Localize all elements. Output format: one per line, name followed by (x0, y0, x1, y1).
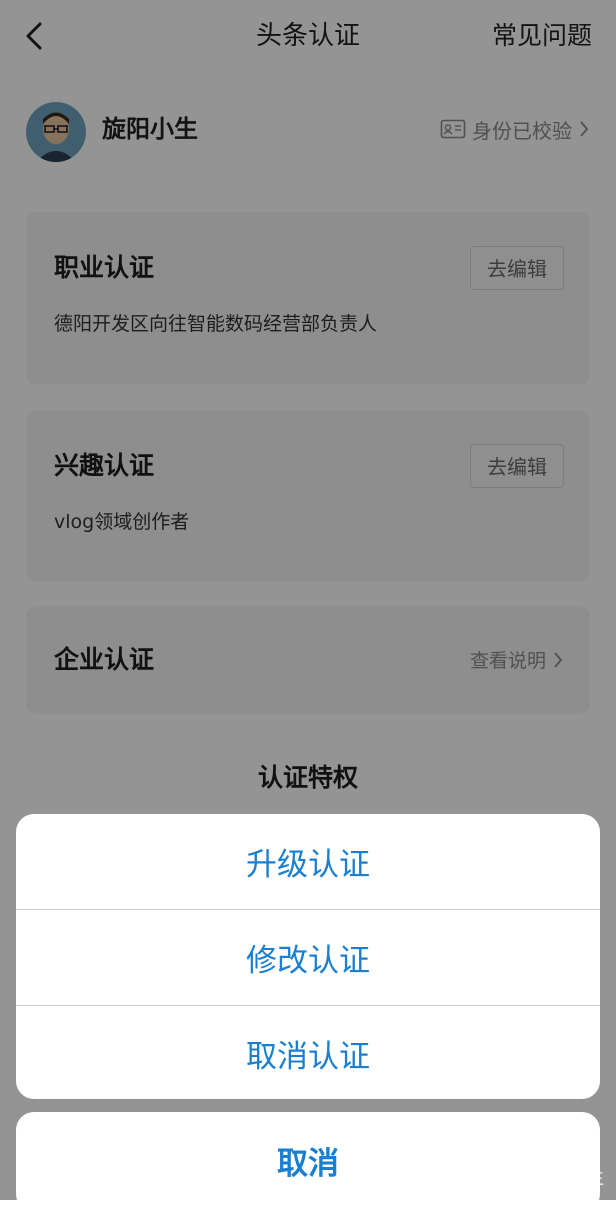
action-sheet: 升级认证 修改认证 取消认证 (16, 814, 600, 1099)
cancel-button[interactable]: 取消 (16, 1112, 600, 1208)
upgrade-cert-option[interactable]: 升级认证 (16, 814, 600, 909)
cancel-sheet: 取消 (16, 1112, 600, 1212)
cancel-cert-option[interactable]: 取消认证 (16, 1006, 600, 1099)
watermark: 头条@旋阳小生 (478, 1168, 604, 1189)
modify-cert-option[interactable]: 修改认证 (16, 910, 600, 1005)
